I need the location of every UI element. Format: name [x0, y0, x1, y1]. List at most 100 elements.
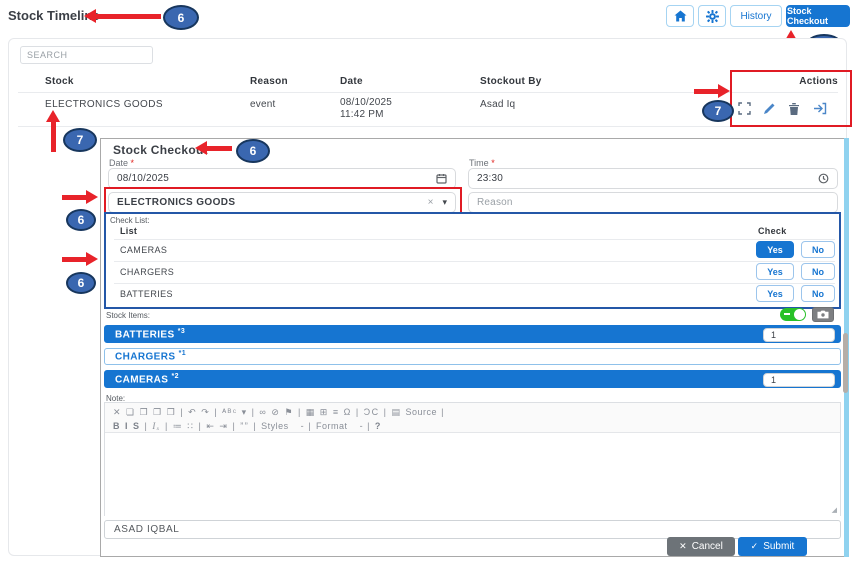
annotation-arrow-actions-tail [694, 89, 720, 94]
editor-toolbar-row1[interactable]: ✕ ❏ ❐ ❐ ❐ | ↶ ↷ | ᴬᴮᶜ ▾ | ∞ ⊘ ⚑ | ▦ ⊞ ≡ … [113, 405, 832, 419]
checklist-no-button[interactable]: No [801, 241, 835, 258]
annotation-arrow-title-tail [95, 14, 161, 19]
editor-toolbar-row2[interactable]: B I S | Iₓ | ≔ ∷ | ⇤ ⇥ | ”” | Styles - |… [113, 419, 832, 433]
checklist-yes-button[interactable]: Yes [756, 263, 794, 280]
note-editor: ✕ ❏ ❐ ❐ ❐ | ↶ ↷ | ᴬᴮᶜ ▾ | ∞ ⊘ ⚑ | ▦ ⊞ ≡ … [104, 402, 841, 516]
row-time-cell: 11:42 PM [340, 109, 384, 120]
stock-item-qty-input[interactable] [763, 328, 835, 342]
column-header-stock: Stock [45, 76, 74, 87]
resize-handle-icon[interactable]: ◢ [832, 506, 837, 514]
gear-icon [706, 10, 719, 23]
stock-item-name: BATTERIES *3 [115, 328, 185, 340]
format-dropdown[interactable]: Format - [316, 421, 363, 431]
row-stockout-by-cell: Asad Iq [480, 99, 515, 110]
row-reason-cell: event [250, 99, 275, 110]
stock-select-value: ELECTRONICS GOODS [117, 197, 428, 208]
checklist-yes-button[interactable]: Yes [756, 285, 794, 302]
date-label: Date * [109, 158, 134, 168]
editor-toolbar: ✕ ❏ ❐ ❐ ❐ | ↶ ↷ | ᴬᴮᶜ ▾ | ∞ ⊘ ⚑ | ▦ ⊞ ≡ … [105, 403, 840, 433]
annotation-arrow-select [86, 190, 98, 204]
toolbar-separator: | [367, 421, 375, 431]
history-button[interactable]: History [730, 5, 782, 27]
reason-input-field[interactable] [477, 197, 829, 208]
column-header-date: Date [340, 76, 363, 87]
checklist-no-button[interactable]: No [801, 285, 835, 302]
time-required-mark: * [491, 158, 495, 168]
date-required-mark: * [131, 158, 135, 168]
styles-dropdown[interactable]: Styles - [261, 421, 304, 431]
annotation-arrow-checklist [86, 252, 98, 266]
note-textarea[interactable]: ◢ [105, 433, 840, 516]
annotation-badge-6-checklist: 6 [66, 272, 96, 294]
search-input[interactable] [20, 46, 153, 64]
checklist-item-label: CHARGERS [120, 267, 174, 277]
date-input[interactable] [108, 168, 456, 189]
toolbar-separator: | [253, 421, 261, 431]
camera-icon [817, 310, 829, 319]
basic-styles-icons[interactable]: B I S [113, 421, 141, 431]
home-icon [674, 10, 687, 22]
stock-item-bar-cameras[interactable]: CAMERAS *2 [104, 370, 841, 388]
annotation-arrow-select-tail [62, 195, 88, 200]
checklist-divider [114, 239, 835, 240]
annotation-badge-7-actions: 7 [702, 100, 734, 122]
checklist-list-header: List [120, 226, 137, 236]
checklist-section: Check List: List Check CAMERAS Yes No CH… [104, 212, 841, 309]
stock-select[interactable]: ELECTRONICS GOODS × ▾ [108, 192, 456, 213]
editor-row1-icons[interactable]: ✕ ❏ ❐ ❐ ❐ | ↶ ↷ | ᴬᴮᶜ ▾ | ∞ ⊘ ⚑ | ▦ ⊞ ≡ … [113, 407, 402, 417]
date-input-field[interactable] [117, 173, 430, 184]
settings-button[interactable] [698, 5, 726, 27]
checklist-divider [114, 261, 835, 262]
delete-action-icon[interactable] [788, 102, 801, 115]
time-input-field[interactable] [477, 173, 812, 184]
annotation-badge-6-modal-title: 6 [236, 139, 270, 163]
checklist-divider [114, 283, 835, 284]
checklist-item-label: BATTERIES [120, 289, 173, 299]
stock-item-bar-chargers[interactable]: CHARGERS *1 [104, 348, 841, 365]
reason-input[interactable] [468, 192, 838, 213]
row-stock-cell: ELECTRONICS GOODS [45, 99, 163, 110]
chevron-down-icon[interactable]: ▾ [442, 197, 447, 208]
checklist-yes-button[interactable]: Yes [756, 241, 794, 258]
remove-format-icon[interactable]: Iₓ [152, 421, 161, 431]
cancel-button[interactable]: ✕ Cancel [667, 537, 735, 556]
annotation-badge-6-select: 6 [66, 209, 96, 231]
stock-item-qty-input[interactable] [763, 373, 835, 387]
clear-selection-icon[interactable]: × [428, 197, 434, 208]
list-indent-quote-icons[interactable]: ≔ ∷ | ⇤ ⇥ | ”” [173, 421, 249, 431]
annotation-arrow-modal-title-tail [206, 146, 232, 151]
camera-button[interactable] [812, 307, 834, 322]
toggle-on-dash [784, 313, 790, 315]
submit-icon: ✓ [751, 541, 759, 552]
stock-checkout-button[interactable]: Stock Checkout [786, 5, 850, 27]
stock-item-name: CHARGERS *1 [115, 350, 186, 362]
checklist-no-button[interactable]: No [801, 263, 835, 280]
stock-checkout-button-label: Stock Checkout [787, 6, 849, 26]
toolbar-separator: | [165, 421, 173, 431]
column-header-reason: Reason [250, 76, 288, 87]
submit-button[interactable]: ✓ Submit [738, 537, 807, 556]
stock-items-section-label: Stock Items: [106, 311, 150, 320]
stock-item-name: CAMERAS *2 [115, 373, 179, 385]
checklist-check-header: Check [758, 226, 787, 236]
scrollbar-thumb[interactable] [843, 333, 848, 393]
toggle-knob [794, 309, 805, 320]
time-input[interactable] [468, 168, 838, 189]
annotation-badge-6-title: 6 [163, 5, 199, 30]
signature-value: ASAD IQBAL [114, 524, 179, 535]
calendar-icon[interactable] [436, 173, 447, 184]
source-button-label[interactable]: Source [406, 407, 438, 417]
about-button[interactable]: ? [375, 421, 382, 431]
checklist-item-label: CAMERAS [120, 245, 167, 255]
checkout-action-icon[interactable] [813, 102, 826, 115]
annotation-arrow-checklist-tail [62, 257, 88, 262]
table-row-divider [18, 126, 838, 127]
stock-item-bar-batteries[interactable]: BATTERIES *3 [104, 325, 841, 343]
cancel-icon: ✕ [679, 541, 687, 552]
clock-icon[interactable] [818, 173, 829, 184]
stock-items-toggle[interactable] [780, 308, 806, 321]
expand-action-icon[interactable] [738, 102, 751, 115]
edit-action-icon[interactable] [763, 102, 776, 115]
home-button[interactable] [666, 5, 694, 27]
toolbar-separator: | [308, 421, 316, 431]
